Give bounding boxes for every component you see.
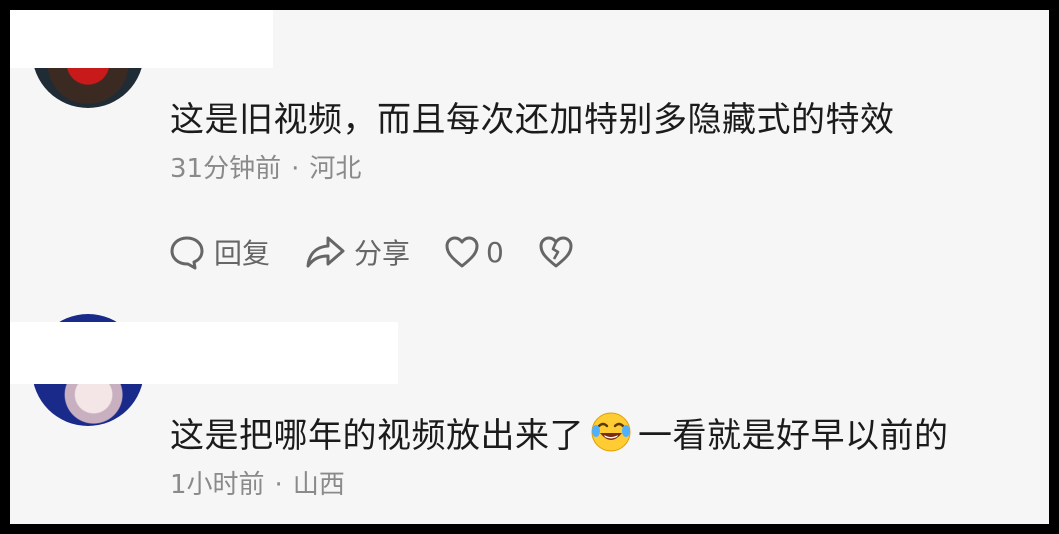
broken-heart-icon bbox=[538, 235, 574, 269]
like-button[interactable]: 0 bbox=[444, 235, 504, 269]
comment-location: 河北 bbox=[309, 154, 362, 184]
like-count: 0 bbox=[486, 235, 504, 269]
comment-text-part: 一看就是好早以前的 bbox=[638, 416, 949, 456]
reply-button[interactable]: 回复 bbox=[168, 232, 270, 272]
username-redaction bbox=[10, 10, 273, 68]
dislike-button[interactable] bbox=[538, 235, 574, 269]
comment-text-part: 这是把哪年的视频放出来了 bbox=[170, 416, 584, 456]
comment-text: 这是把哪年的视频放出来了 一看就是好早以前的 bbox=[170, 408, 949, 462]
username-redaction bbox=[10, 322, 398, 384]
reply-bubble-icon bbox=[168, 233, 206, 271]
meta-separator: · bbox=[291, 154, 300, 184]
share-button[interactable]: 分享 bbox=[304, 232, 410, 272]
reply-label: 回复 bbox=[214, 237, 271, 270]
comment-meta: 31分钟前 · 河北 bbox=[170, 148, 361, 185]
heart-icon bbox=[444, 235, 480, 269]
laugh-cry-emoji-icon bbox=[590, 411, 632, 462]
comment-location: 山西 bbox=[292, 470, 345, 500]
meta-separator: · bbox=[274, 470, 283, 500]
comment-actions: 回复 分享 0 bbox=[168, 232, 608, 272]
comment-time: 31分钟前 bbox=[170, 154, 282, 184]
comment-meta: 1小时前 · 山西 bbox=[170, 464, 345, 501]
comment-list: 这是旧视频，而且每次还加特别多隐藏式的特效 31分钟前 · 河北 回复 分享 0… bbox=[10, 10, 1049, 524]
share-label: 分享 bbox=[354, 237, 411, 270]
comment-time: 1小时前 bbox=[170, 470, 265, 500]
comment-text: 这是旧视频，而且每次还加特别多隐藏式的特效 bbox=[170, 100, 895, 140]
share-arrow-icon bbox=[304, 234, 346, 270]
